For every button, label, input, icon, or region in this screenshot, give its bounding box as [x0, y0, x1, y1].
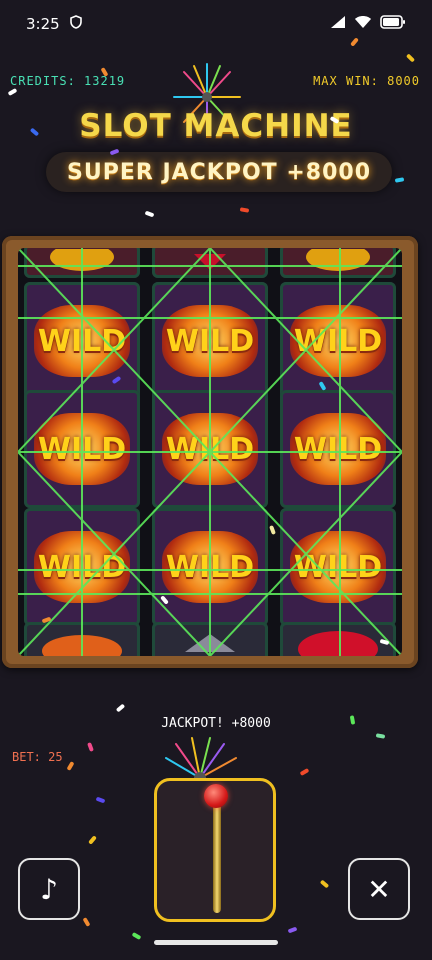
wifi-icon	[354, 15, 372, 33]
jackpot-message: JACKPOT! +8000	[161, 716, 271, 731]
status-left: 3:25	[26, 15, 82, 33]
confetti-piece	[87, 742, 94, 752]
close-icon: ✕	[367, 872, 391, 906]
battery-icon	[380, 15, 406, 33]
confetti-piece	[287, 926, 298, 934]
confetti-piece	[66, 761, 75, 771]
status-time: 3:25	[26, 15, 60, 33]
confetti-piece	[7, 88, 18, 96]
status-bar: 3:25	[0, 0, 432, 48]
confetti-piece	[394, 177, 405, 183]
spin-lever[interactable]	[154, 778, 276, 922]
signal-icon	[330, 15, 346, 33]
credits-display: CREDITS: 13219	[10, 74, 126, 88]
lever-rod	[213, 801, 221, 913]
confetti-piece	[88, 835, 97, 845]
confetti-piece	[115, 703, 126, 713]
status-right	[330, 15, 406, 33]
paylines-overlay	[18, 248, 402, 656]
shield-icon	[69, 15, 82, 33]
confetti-piece	[239, 207, 250, 213]
game-title: SLOT MACHINE	[79, 108, 353, 144]
confetti-piece	[299, 768, 310, 776]
firework-decoration	[165, 737, 237, 780]
jackpot-banner: SUPER JACKPOT +8000	[46, 152, 392, 192]
jackpot-banner-text: SUPER JACKPOT +8000	[66, 159, 372, 185]
music-note-icon: ♪	[40, 872, 58, 906]
confetti-piece	[405, 53, 416, 63]
music-button[interactable]: ♪	[18, 858, 80, 920]
max-win-display: MAX WIN: 8000	[313, 74, 420, 88]
lever-icon[interactable]	[204, 784, 228, 808]
confetti-piece	[375, 733, 386, 739]
confetti-piece	[319, 879, 330, 889]
confetti-piece	[144, 210, 155, 218]
home-indicator[interactable]	[154, 940, 278, 945]
confetti-piece	[95, 796, 106, 804]
confetti-piece	[131, 932, 142, 940]
close-button[interactable]: ✕	[348, 858, 410, 920]
reel-window[interactable]: WILD WILD WILD WILD WILD WILD WILD WILD …	[18, 248, 402, 656]
confetti-piece	[82, 917, 91, 927]
bet-display: BET: 25	[12, 750, 63, 764]
